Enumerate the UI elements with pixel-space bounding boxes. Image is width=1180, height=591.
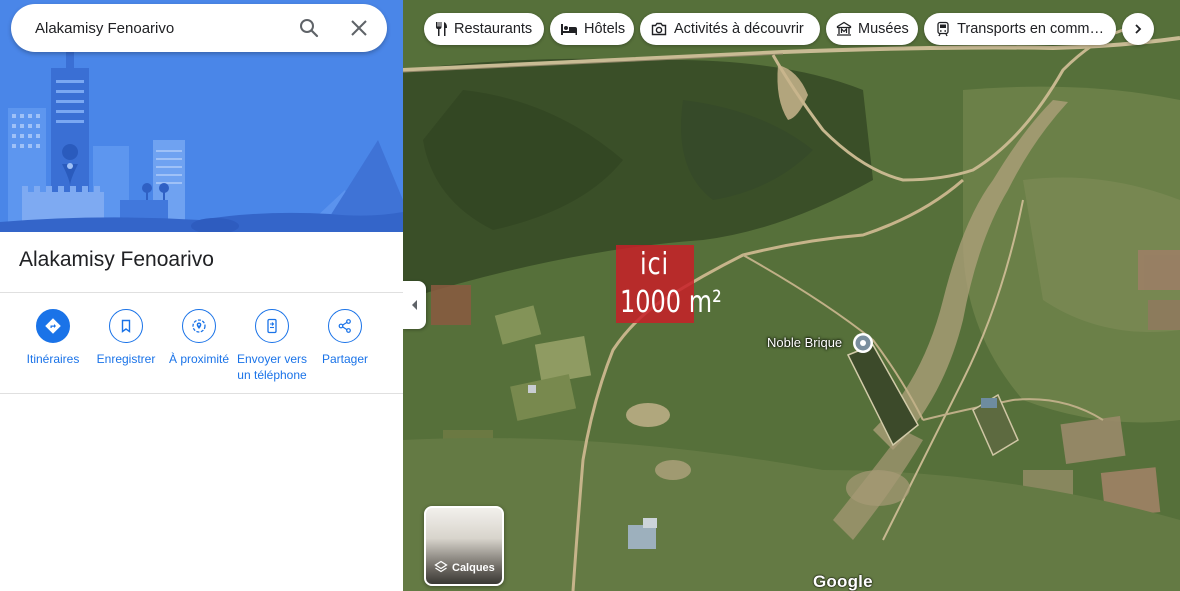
- layers-button[interactable]: Calques: [424, 506, 504, 586]
- more-chips-button[interactable]: [1122, 13, 1154, 45]
- annotation-text-area: 1000 m²: [620, 285, 722, 320]
- google-logo: Google: [813, 572, 873, 591]
- send-to-phone-label: Envoyer vers un téléphone: [236, 352, 308, 382]
- layers-label: Calques: [452, 562, 495, 574]
- chevron-left-icon: [411, 300, 417, 310]
- nearby-button[interactable]: À proximité: [161, 309, 237, 367]
- nearby-label: À proximité: [168, 352, 230, 366]
- search-box: [11, 4, 387, 52]
- divider: [0, 393, 403, 394]
- camera-icon: [650, 20, 668, 38]
- bookmark-icon: [109, 309, 143, 343]
- send-to-phone-icon: [255, 309, 289, 343]
- chip-label: Musées: [858, 21, 909, 37]
- share-button[interactable]: Partager: [307, 309, 383, 367]
- save-label: Enregistrer: [96, 352, 156, 366]
- share-label: Partager: [321, 352, 369, 366]
- location-annotation: ici 1000 m²: [616, 245, 722, 323]
- chip-restaurants[interactable]: Restaurants: [424, 13, 544, 45]
- layers-icon: [434, 560, 448, 573]
- directions-label: Itinéraires: [26, 352, 80, 366]
- search-icon[interactable]: [297, 16, 321, 40]
- nearby-icon: [182, 309, 216, 343]
- directions-icon: [36, 309, 70, 343]
- share-icon: [328, 309, 362, 343]
- chevron-right-icon: [1135, 24, 1142, 34]
- directions-button[interactable]: Itinéraires: [15, 309, 91, 367]
- museum-icon: [836, 20, 852, 38]
- restaurant-icon: [434, 20, 448, 38]
- collapse-panel-button[interactable]: [403, 281, 426, 329]
- chip-transit[interactable]: Transports en comm…: [924, 13, 1116, 45]
- chip-label: Restaurants: [454, 21, 533, 37]
- chip-hotels[interactable]: Hôtels: [550, 13, 634, 45]
- side-panel: Alakamisy Fenoarivo Itinéraires Enregist…: [0, 0, 403, 591]
- poi-label[interactable]: Noble Brique: [767, 335, 842, 350]
- divider: [0, 292, 403, 293]
- close-icon[interactable]: [347, 16, 371, 40]
- chip-activities[interactable]: Activités à découvrir: [640, 13, 820, 45]
- save-button[interactable]: Enregistrer: [88, 309, 164, 367]
- annotation-text-here: ici: [640, 247, 669, 282]
- chip-label: Hôtels: [584, 21, 626, 37]
- search-input[interactable]: [35, 4, 285, 52]
- chip-label: Activités à découvrir: [674, 21, 804, 37]
- satellite-imagery: [403, 0, 1180, 591]
- transit-icon: [934, 20, 951, 38]
- action-bar: Itinéraires Enregistrer À proximité Envo…: [0, 309, 403, 389]
- chip-museums[interactable]: Musées: [826, 13, 918, 45]
- chip-label: Transports en comm…: [957, 21, 1104, 37]
- hotel-icon: [560, 20, 578, 38]
- place-title: Alakamisy Fenoarivo: [19, 248, 214, 271]
- satellite-map[interactable]: Restaurants Hôtels Activités à découvrir…: [403, 0, 1180, 591]
- poi-pin-icon[interactable]: [851, 331, 875, 355]
- send-to-phone-button[interactable]: Envoyer vers un téléphone: [234, 309, 310, 383]
